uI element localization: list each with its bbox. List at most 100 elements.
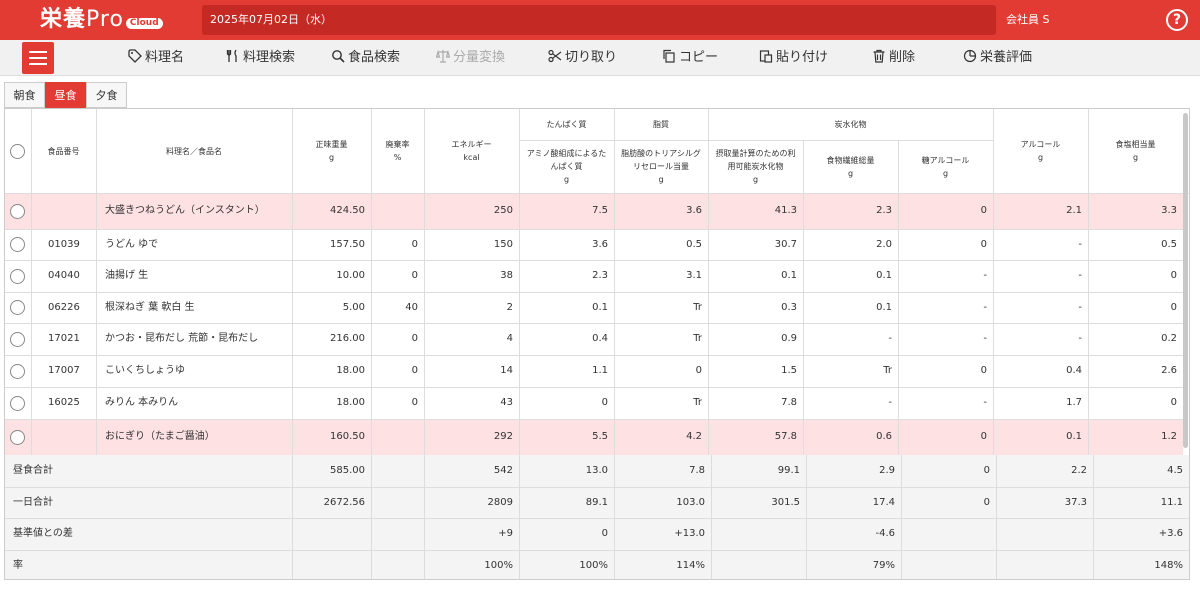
cell-alcohol[interactable]: - <box>993 260 1088 292</box>
toolbar-button-2[interactable]: 料理検索 <box>226 40 295 76</box>
column-group-fat[interactable]: 脂質 <box>614 109 708 140</box>
cell-salt[interactable]: 0.5 <box>1088 229 1183 260</box>
cell-weight[interactable]: 18.00 <box>292 355 371 387</box>
cell-salt[interactable]: 0 <box>1088 387 1183 419</box>
cell-fiber[interactable]: Tr <box>803 355 898 387</box>
cell-energy[interactable]: 14 <box>424 355 519 387</box>
cell-waste[interactable]: 0 <box>371 260 424 292</box>
toolbar-button-1[interactable]: 料理名 <box>128 40 184 76</box>
cell-carb[interactable]: 0.1 <box>708 260 803 292</box>
cell-sugar-alcohol[interactable]: - <box>898 292 993 323</box>
cell-protein[interactable]: 0 <box>519 387 614 419</box>
cell-alcohol[interactable]: 0.1 <box>993 419 1088 455</box>
cell-carb[interactable]: 41.3 <box>708 193 803 229</box>
cell-carb[interactable]: 1.5 <box>708 355 803 387</box>
cell-weight[interactable]: 160.50 <box>292 419 371 455</box>
cell-weight[interactable]: 18.00 <box>292 387 371 419</box>
hamburger-menu-button[interactable] <box>22 42 54 74</box>
cell-sugar-alcohol[interactable]: - <box>898 323 993 355</box>
cell-energy[interactable]: 292 <box>424 419 519 455</box>
cell-fiber[interactable]: 0.1 <box>803 292 898 323</box>
toolbar-button-3[interactable]: 食品検索 <box>331 40 400 76</box>
cell-weight[interactable]: 424.50 <box>292 193 371 229</box>
cell-name[interactable]: こいくちしょうゆ <box>96 355 292 387</box>
help-icon[interactable]: ? <box>1166 9 1188 31</box>
cell-weight[interactable]: 5.00 <box>292 292 371 323</box>
cell-weight[interactable]: 10.00 <box>292 260 371 292</box>
cell-name[interactable]: 根深ねぎ 葉 軟白 生 <box>96 292 292 323</box>
cell-waste[interactable]: 40 <box>371 292 424 323</box>
select-all-radio[interactable] <box>10 144 25 159</box>
cell-energy[interactable]: 38 <box>424 260 519 292</box>
cell-protein[interactable]: 7.5 <box>519 193 614 229</box>
cell-energy[interactable]: 150 <box>424 229 519 260</box>
cell-waste[interactable] <box>371 419 424 455</box>
cell-weight[interactable]: 216.00 <box>292 323 371 355</box>
cell-sugar-alcohol[interactable]: 0 <box>898 229 993 260</box>
row-select-radio[interactable] <box>10 396 25 411</box>
row-select-radio[interactable] <box>10 430 25 445</box>
tab-meal-3[interactable]: 夕食 <box>86 82 127 108</box>
cell-fat[interactable]: Tr <box>614 292 708 323</box>
row-select-radio[interactable] <box>10 269 25 284</box>
cell-fiber[interactable]: - <box>803 323 898 355</box>
toolbar-button-9[interactable]: 栄養評価 <box>963 40 1032 76</box>
cell-carb[interactable]: 30.7 <box>708 229 803 260</box>
cell-sugar-alcohol[interactable]: 0 <box>898 355 993 387</box>
cell-fat[interactable]: 0.5 <box>614 229 708 260</box>
tab-meal-2[interactable]: 昼食 <box>45 82 86 108</box>
cell-name[interactable]: みりん 本みりん <box>96 387 292 419</box>
cell-name[interactable]: 油揚げ 生 <box>96 260 292 292</box>
toolbar-button-7[interactable]: 貼り付け <box>759 40 828 76</box>
cell-energy[interactable]: 4 <box>424 323 519 355</box>
row-select-radio[interactable] <box>10 204 25 219</box>
cell-name[interactable]: 大盛きつねうどん（インスタント） <box>96 193 292 229</box>
cell-protein[interactable]: 0.1 <box>519 292 614 323</box>
cell-salt[interactable]: 2.6 <box>1088 355 1183 387</box>
column-header-protein[interactable]: アミノ酸組成によるた んぱく質 g <box>519 140 614 193</box>
cell-fat[interactable]: 4.2 <box>614 419 708 455</box>
cell-salt[interactable]: 0 <box>1088 260 1183 292</box>
toolbar-button-6[interactable]: コピー <box>662 40 718 76</box>
cell-protein[interactable]: 3.6 <box>519 229 614 260</box>
column-header-weight[interactable]: 正味重量 g <box>292 109 371 193</box>
cell-fat[interactable]: Tr <box>614 323 708 355</box>
column-header-salt[interactable]: 食塩相当量 g <box>1088 109 1183 193</box>
cell-sugar-alcohol[interactable]: - <box>898 387 993 419</box>
cell-salt[interactable]: 0 <box>1088 292 1183 323</box>
column-header-fiber[interactable]: 食物繊維総量 g <box>803 140 898 193</box>
cell-waste[interactable] <box>371 193 424 229</box>
cell-protein[interactable]: 1.1 <box>519 355 614 387</box>
cell-alcohol[interactable]: 0.4 <box>993 355 1088 387</box>
table-scrollbar[interactable] <box>1183 113 1188 448</box>
cell-protein[interactable]: 2.3 <box>519 260 614 292</box>
cell-carb[interactable]: 0.3 <box>708 292 803 323</box>
cell-sugar-alcohol[interactable]: 0 <box>898 419 993 455</box>
row-select-radio[interactable] <box>10 237 25 252</box>
cell-fat[interactable]: 3.1 <box>614 260 708 292</box>
cell-weight[interactable]: 157.50 <box>292 229 371 260</box>
date-selector[interactable]: 2025年07月02日（水） <box>202 5 996 35</box>
column-header-alcohol[interactable]: アルコール g <box>993 109 1088 193</box>
column-header-fat[interactable]: 脂肪酸のトリアシルグ リセロール当量 g <box>614 140 708 193</box>
cell-energy[interactable]: 43 <box>424 387 519 419</box>
row-select-radio[interactable] <box>10 300 25 315</box>
column-header-carb[interactable]: 摂取量計算のための利 用可能炭水化物 g <box>708 140 803 193</box>
tab-meal-1[interactable]: 朝食 <box>4 82 45 108</box>
cell-name[interactable]: うどん ゆで <box>96 229 292 260</box>
cell-fiber[interactable]: 2.0 <box>803 229 898 260</box>
cell-fiber[interactable]: - <box>803 387 898 419</box>
column-header-sugar-alcohol[interactable]: 糖アルコール g <box>898 140 993 193</box>
cell-salt[interactable]: 3.3 <box>1088 193 1183 229</box>
column-header-waste[interactable]: 廃棄率% <box>371 109 424 193</box>
cell-salt[interactable]: 1.2 <box>1088 419 1183 455</box>
toolbar-button-5[interactable]: 切り取り <box>548 40 617 76</box>
cell-waste[interactable]: 0 <box>371 355 424 387</box>
cell-protein[interactable]: 0.4 <box>519 323 614 355</box>
cell-fiber[interactable]: 0.6 <box>803 419 898 455</box>
cell-fat[interactable]: 0 <box>614 355 708 387</box>
cell-fiber[interactable]: 2.3 <box>803 193 898 229</box>
cell-alcohol[interactable]: - <box>993 323 1088 355</box>
cell-fat[interactable]: Tr <box>614 387 708 419</box>
column-header-name[interactable]: 料理名／食品名 <box>96 109 292 193</box>
